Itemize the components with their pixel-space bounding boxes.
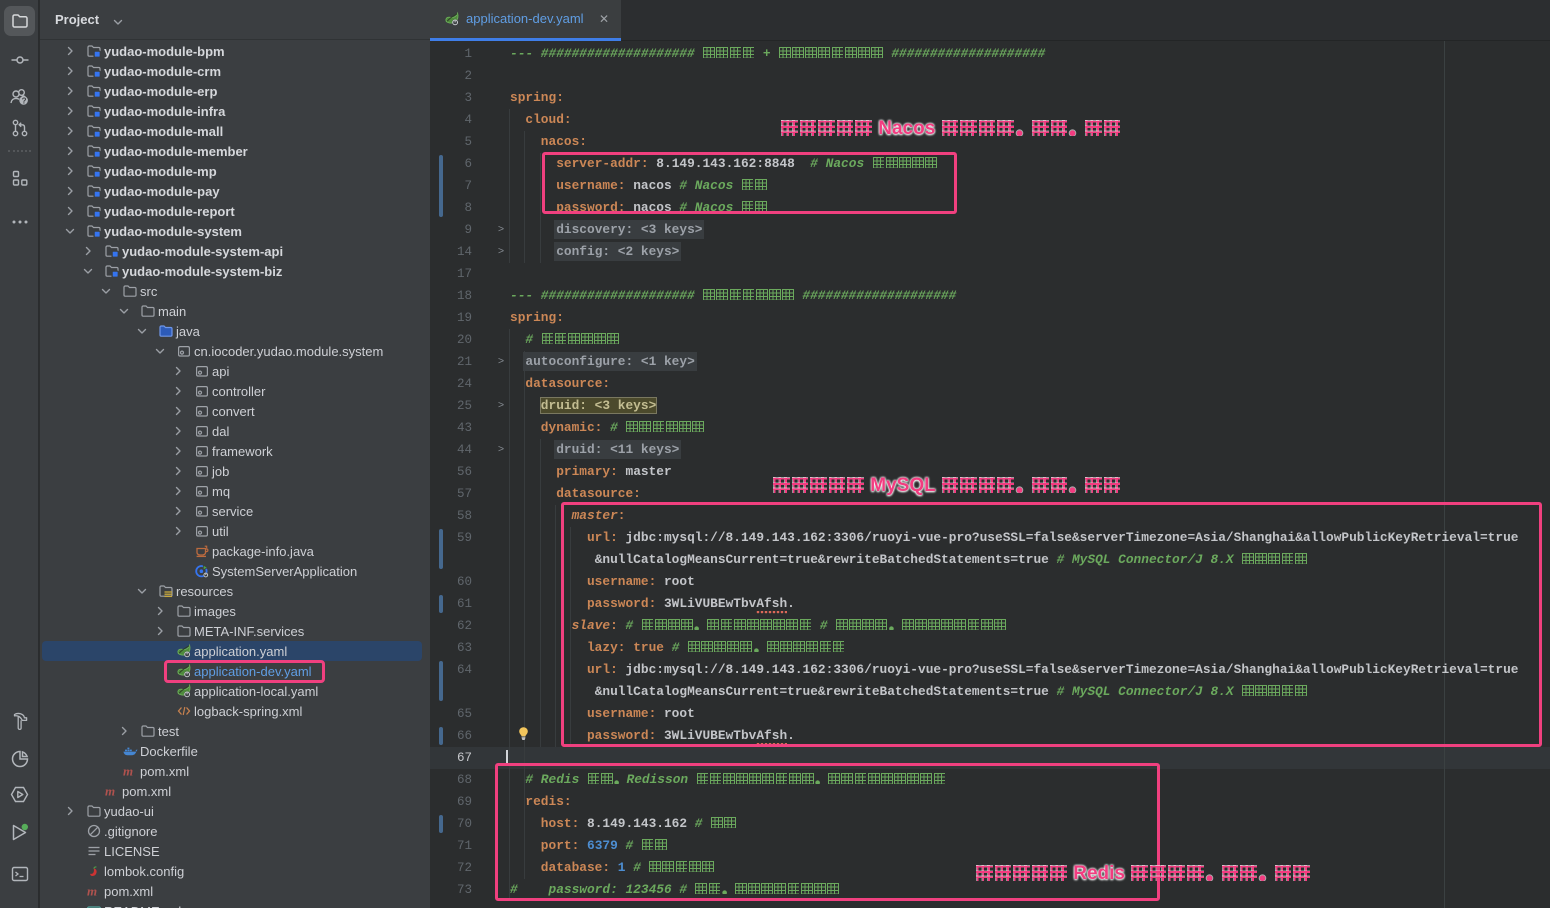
svg-text:m: m [105,784,115,799]
svg-text:?: ? [22,96,27,105]
svg-text:m: m [123,764,133,779]
svg-text:m: m [87,884,97,899]
